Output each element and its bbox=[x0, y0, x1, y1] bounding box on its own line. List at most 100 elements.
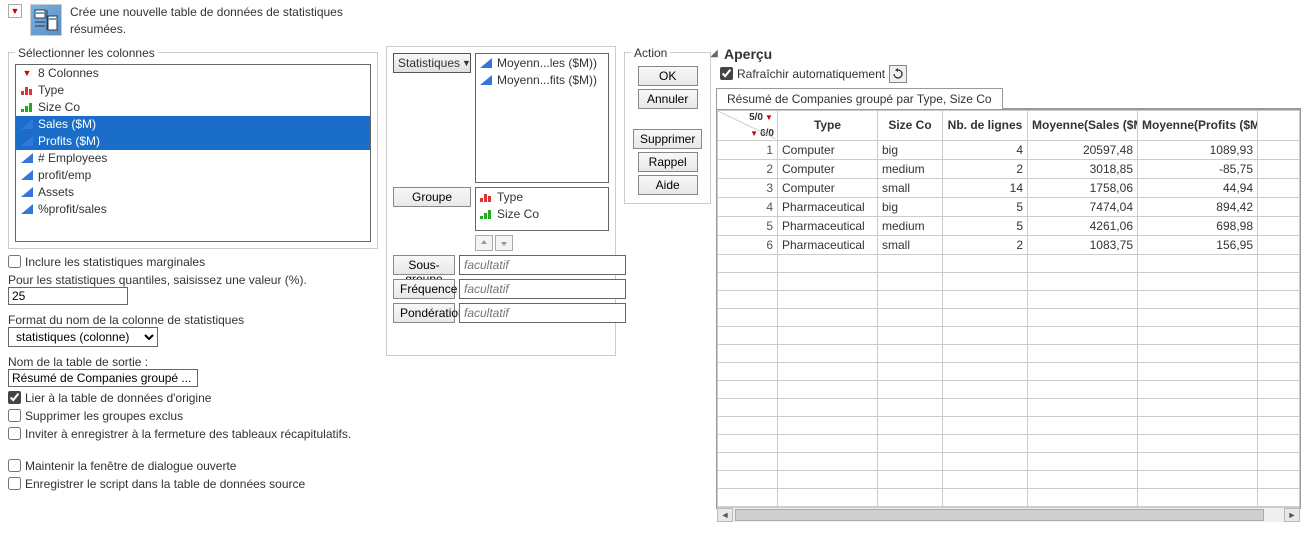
save-script-label: Enregistrer le script dans la table de d… bbox=[25, 477, 305, 491]
group-role-item[interactable]: Type bbox=[477, 189, 607, 206]
subgroup-input[interactable] bbox=[459, 255, 626, 275]
cell-nrows: 2 bbox=[943, 235, 1028, 254]
cell-sizeco: big bbox=[878, 140, 943, 159]
move-down-button[interactable] bbox=[495, 235, 513, 251]
col-header-nrows[interactable]: Nb. de lignes bbox=[943, 110, 1028, 140]
group-button[interactable]: Groupe bbox=[393, 187, 471, 207]
columns-listbox[interactable]: ▼ 8 Colonnes TypeSize CoSales ($M)Profit… bbox=[15, 64, 371, 242]
prompt-save-checkbox[interactable] bbox=[8, 427, 21, 440]
scroll-right-icon[interactable]: ► bbox=[1284, 508, 1300, 522]
ok-button[interactable]: OK bbox=[638, 66, 698, 86]
col-header-sizeco[interactable]: Size Co bbox=[878, 110, 943, 140]
column-list-item[interactable]: %profit/sales bbox=[16, 201, 370, 218]
link-origin-label: Lier à la table de données d'origine bbox=[25, 391, 211, 405]
cell-nrows: 5 bbox=[943, 216, 1028, 235]
statistics-role-list[interactable]: Moyenn...les ($M)) Moyenn...fits ($M)) bbox=[475, 53, 609, 183]
cell-empty bbox=[1258, 178, 1300, 197]
modeling-type-icon bbox=[20, 169, 34, 181]
refresh-button[interactable] bbox=[889, 65, 907, 83]
output-name-label: Nom de la table de sortie : bbox=[8, 355, 378, 369]
marginal-stats-checkbox[interactable] bbox=[8, 255, 21, 268]
keep-open-label: Maintenir la fenêtre de dialogue ouverte bbox=[25, 459, 236, 473]
col-header-type[interactable]: Type bbox=[778, 110, 878, 140]
keep-open-checkbox[interactable] bbox=[8, 459, 21, 472]
column-list-item[interactable]: Assets bbox=[16, 184, 370, 201]
format-label: Format du nom de la colonne de statistiq… bbox=[8, 313, 378, 327]
save-script-checkbox[interactable] bbox=[8, 477, 21, 490]
table-row[interactable]: 3Computersmall141758,0644,94 bbox=[718, 178, 1300, 197]
col-header-meanprofits[interactable]: Moyenne(Profits ($M)) bbox=[1138, 110, 1258, 140]
quantile-input[interactable] bbox=[8, 287, 128, 305]
auto-refresh-checkbox[interactable] bbox=[720, 67, 733, 80]
table-row[interactable]: 1Computerbig420597,481089,93 bbox=[718, 140, 1300, 159]
column-list-item[interactable]: Profits ($M) bbox=[16, 133, 370, 150]
column-list-item[interactable]: profit/emp bbox=[16, 167, 370, 184]
format-select[interactable]: statistiques (colonne) bbox=[8, 327, 158, 347]
preview-tab[interactable]: Résumé de Companies groupé par Type, Siz… bbox=[716, 88, 1003, 109]
suppress-excluded-label: Supprimer les groupes exclus bbox=[25, 409, 183, 423]
cell-type: Pharmaceutical bbox=[778, 235, 878, 254]
modeling-type-icon bbox=[20, 186, 34, 198]
modeling-type-icon bbox=[479, 208, 493, 220]
columns-count-label: 8 Colonnes bbox=[38, 66, 99, 80]
row-number: 5 bbox=[718, 216, 778, 235]
table-row-empty bbox=[718, 470, 1300, 488]
disclosure-top-icon[interactable]: ▼ bbox=[8, 4, 22, 18]
row-number: 6 bbox=[718, 235, 778, 254]
row-number: 4 bbox=[718, 197, 778, 216]
horizontal-scrollbar[interactable]: ◄ ► bbox=[717, 507, 1300, 522]
cancel-button[interactable]: Annuler bbox=[638, 89, 698, 109]
remove-button[interactable]: Supprimer bbox=[633, 129, 702, 149]
column-list-item[interactable]: Sales ($M) bbox=[16, 116, 370, 133]
cell-sizeco: medium bbox=[878, 159, 943, 178]
column-list-item[interactable]: Type bbox=[16, 82, 370, 99]
table-row[interactable]: 6Pharmaceuticalsmall21083,75156,95 bbox=[718, 235, 1300, 254]
stats-item-label: Moyenn...les ($M)) bbox=[497, 56, 597, 70]
table-row-empty bbox=[718, 326, 1300, 344]
roles-panel: Statistiques ▼ Moyenn...les ($M))Moyenn.… bbox=[386, 46, 616, 356]
table-row-empty bbox=[718, 308, 1300, 326]
scroll-left-icon[interactable]: ◄ bbox=[717, 508, 733, 522]
columns-disclosure-icon[interactable]: ▼ bbox=[20, 66, 34, 80]
column-list-item[interactable]: # Employees bbox=[16, 150, 370, 167]
table-row-empty bbox=[718, 290, 1300, 308]
auto-refresh-label: Rafraîchir automatiquement bbox=[737, 67, 885, 81]
cell-empty bbox=[1258, 235, 1300, 254]
column-name: %profit/sales bbox=[38, 202, 107, 216]
help-button[interactable]: Aide bbox=[638, 175, 698, 195]
recall-button[interactable]: Rappel bbox=[638, 152, 698, 172]
move-up-button[interactable] bbox=[475, 235, 493, 251]
cell-type: Computer bbox=[778, 159, 878, 178]
statistics-combo-button[interactable]: Statistiques ▼ bbox=[393, 53, 471, 73]
stats-role-item[interactable]: Moyenn...les ($M)) bbox=[477, 55, 607, 72]
table-row[interactable]: 5Pharmaceuticalmedium54261,06698,98 bbox=[718, 216, 1300, 235]
group-item-label: Type bbox=[497, 190, 523, 204]
chevron-down-icon: ▼ bbox=[462, 58, 471, 68]
suppress-excluded-checkbox[interactable] bbox=[8, 409, 21, 422]
cell-meanprofits: 698,98 bbox=[1138, 216, 1258, 235]
table-row-empty bbox=[718, 344, 1300, 362]
group-role-item[interactable]: Size Co bbox=[477, 206, 607, 223]
output-name-input[interactable] bbox=[8, 369, 198, 387]
table-row[interactable]: 2Computermedium23018,85-85,75 bbox=[718, 159, 1300, 178]
table-row[interactable]: 4Pharmaceuticalbig57474,04894,42 bbox=[718, 197, 1300, 216]
grid-corner[interactable]: 5/0▼ ▼6/0 bbox=[718, 110, 778, 140]
frequency-button[interactable]: Fréquence bbox=[393, 279, 455, 299]
table-row-empty bbox=[718, 488, 1300, 506]
link-origin-checkbox[interactable] bbox=[8, 391, 21, 404]
table-row-empty bbox=[718, 254, 1300, 272]
cell-sizeco: medium bbox=[878, 216, 943, 235]
group-item-label: Size Co bbox=[497, 207, 539, 221]
col-header-meansales[interactable]: Moyenne(Sales ($M)) bbox=[1028, 110, 1138, 140]
subgroup-button[interactable]: Sous-groupe bbox=[393, 255, 455, 275]
column-name: profit/emp bbox=[38, 168, 91, 182]
preview-title: Aperçu bbox=[724, 46, 772, 62]
column-list-item[interactable]: Size Co bbox=[16, 99, 370, 116]
group-role-list[interactable]: Type Size Co bbox=[475, 187, 609, 231]
stats-role-item[interactable]: Moyenn...fits ($M)) bbox=[477, 72, 607, 89]
weight-input[interactable] bbox=[459, 303, 626, 323]
modeling-type-icon bbox=[479, 191, 493, 203]
frequency-input[interactable] bbox=[459, 279, 626, 299]
weight-button[interactable]: Pondération bbox=[393, 303, 455, 323]
row-number: 3 bbox=[718, 178, 778, 197]
